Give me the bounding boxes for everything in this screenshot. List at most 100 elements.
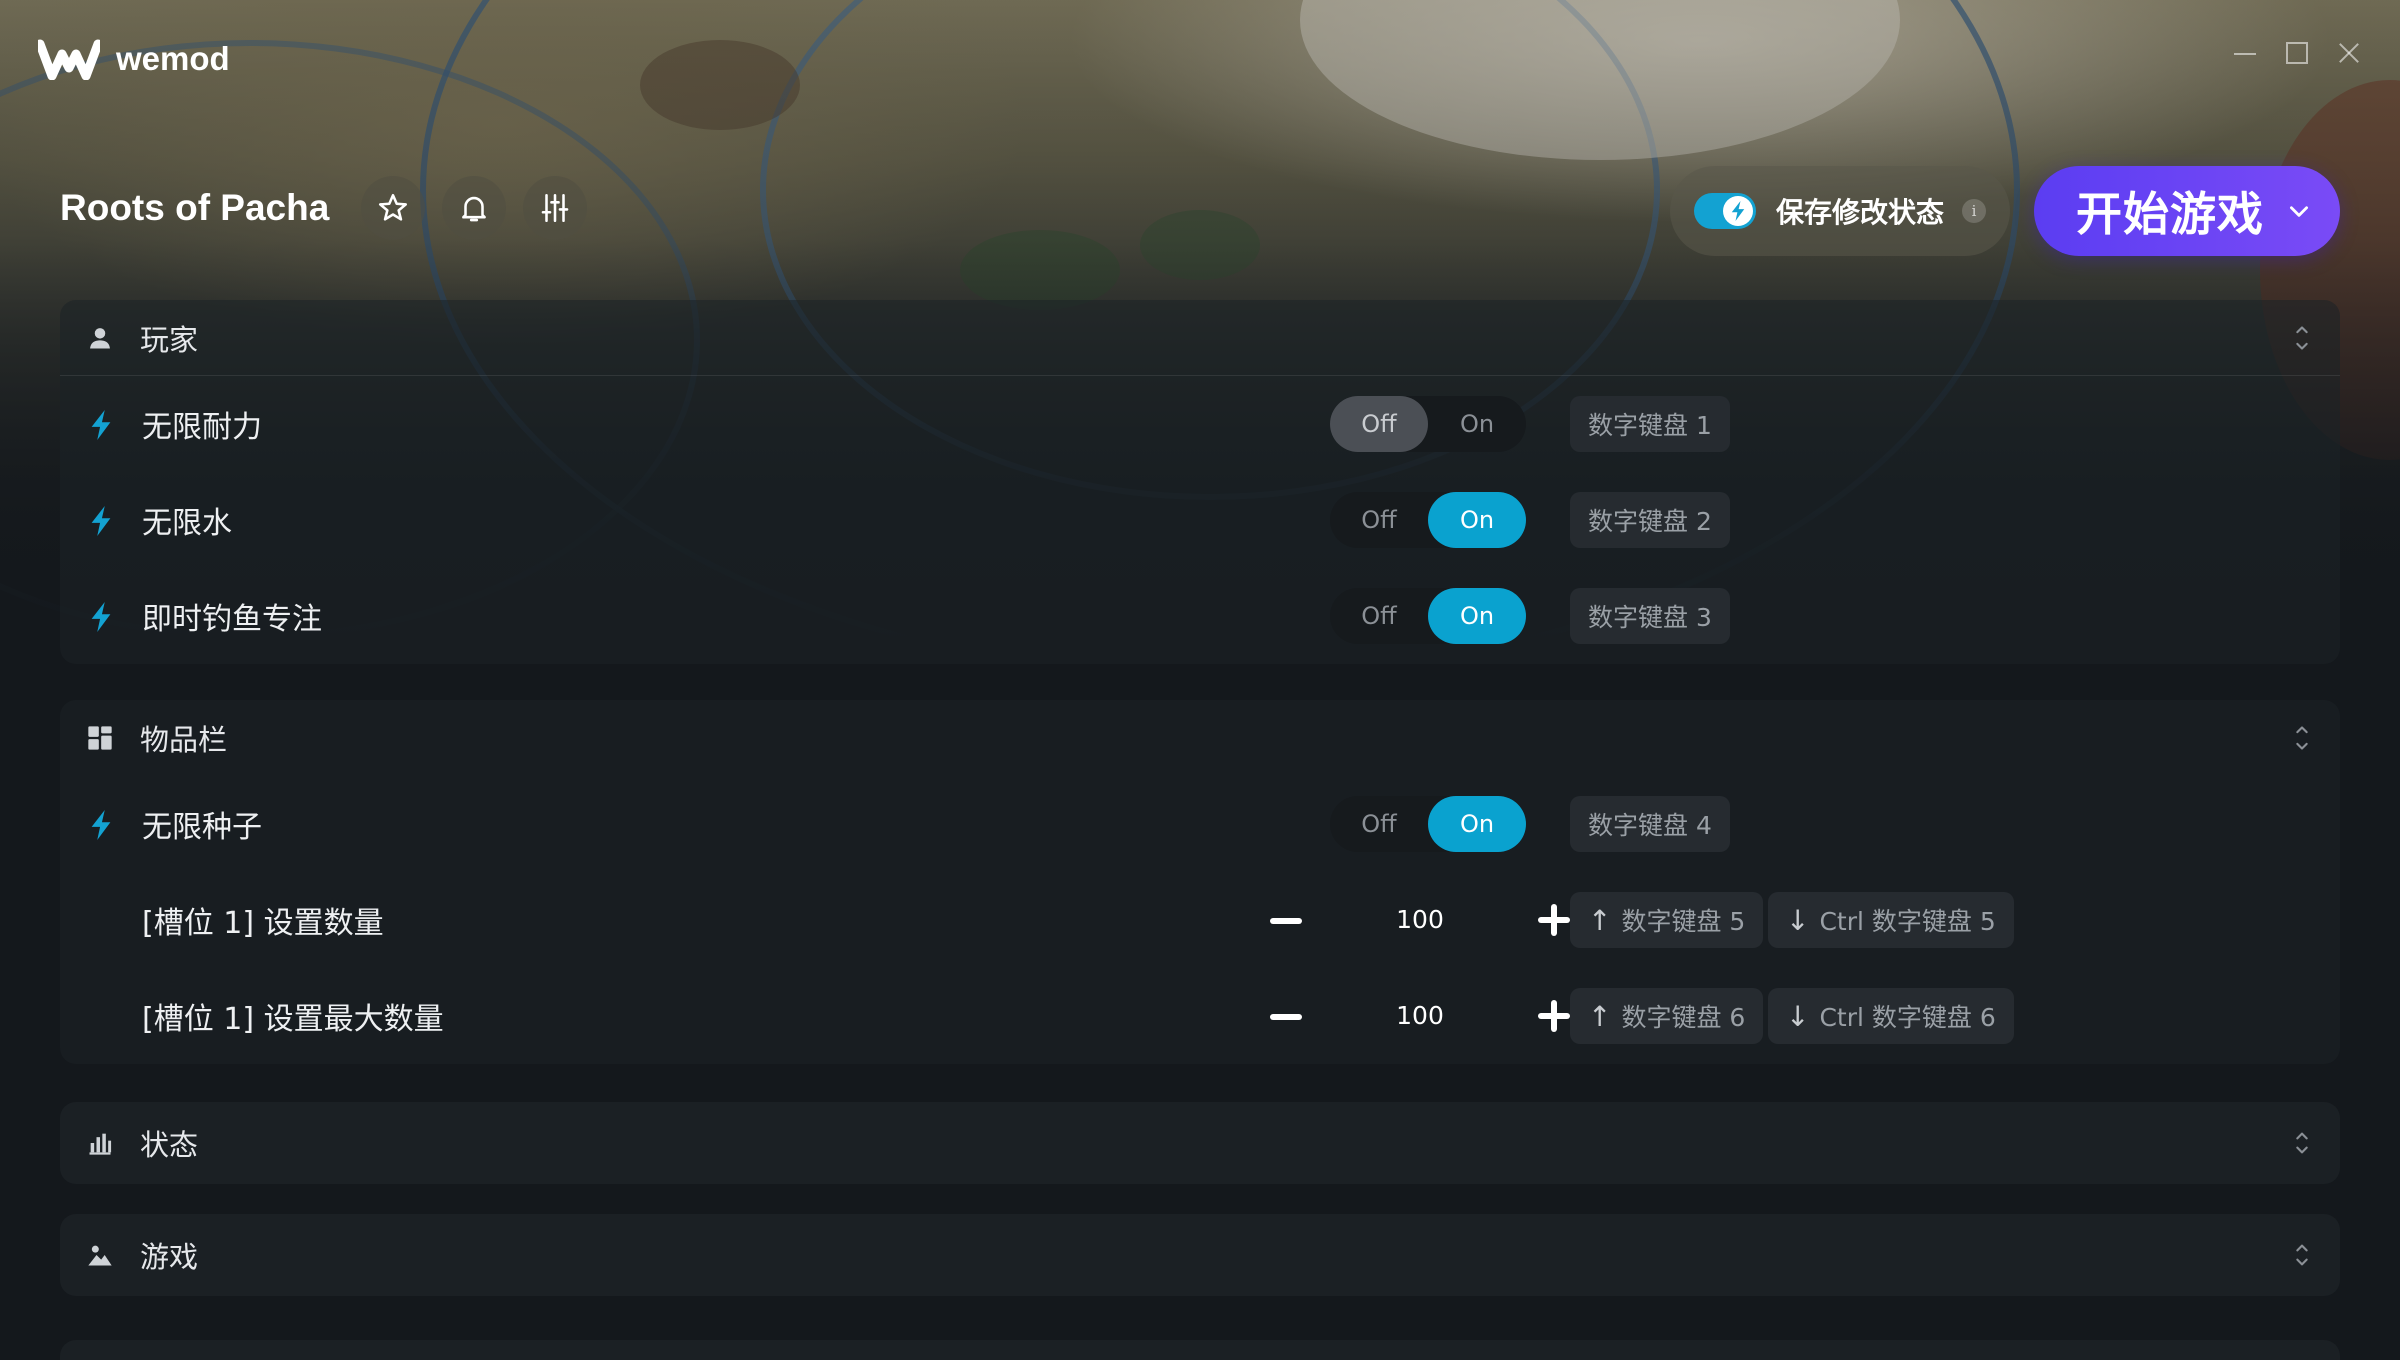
collapse-icon[interactable] — [2288, 724, 2316, 752]
grid-icon — [88, 726, 112, 750]
hotkey-label: 数字键盘 2 — [1588, 507, 1712, 536]
toggle-on[interactable]: On — [1428, 796, 1526, 852]
collapse-icon[interactable] — [2288, 324, 2316, 352]
person-icon — [90, 327, 110, 348]
section-header-player[interactable]: 玩家 — [60, 300, 2340, 376]
arrow-down-icon: ↓ — [1786, 999, 1810, 1033]
section-title: 物品栏 — [140, 723, 228, 757]
hotkey-decrease-badge[interactable]: ↓ Ctrl 数字键盘 5 — [1768, 892, 2014, 948]
increase-button[interactable] — [1538, 1000, 1570, 1032]
section-title: 玩家 — [140, 322, 199, 357]
toggle-off[interactable]: Off — [1330, 796, 1428, 852]
section-header-inventory[interactable]: 物品栏 — [60, 700, 2340, 776]
section-header-stats[interactable]: 状态 — [60, 1102, 2340, 1184]
bolt-icon — [1731, 201, 1745, 221]
mod-label: 无限水 — [142, 506, 232, 541]
hotkey-increase-badge[interactable]: ↑ 数字键盘 6 — [1570, 988, 1764, 1044]
sliders-icon — [542, 193, 569, 223]
section-player: 玩家 无限耐力 Off On 数字键盘 1 无限水 Off On 数字键盘 2 … — [60, 300, 2340, 664]
wemod-logo-icon — [38, 39, 100, 80]
bolt-icon — [91, 810, 111, 840]
hotkey-label: 数字键盘 3 — [1588, 603, 1712, 632]
decrease-button[interactable] — [1270, 1014, 1302, 1020]
hotkey-label: 数字键盘 1 — [1588, 411, 1712, 440]
minimize-icon[interactable] — [2234, 42, 2256, 64]
game-header: Roots of Pacha — [60, 176, 604, 240]
settings-button[interactable] — [523, 176, 588, 240]
app-logo: wemod — [38, 38, 230, 80]
decrease-button[interactable] — [1270, 918, 1302, 924]
toggle-on[interactable]: On — [1428, 396, 1526, 452]
arrow-up-icon: ↑ — [1588, 999, 1612, 1033]
mod-row-infinite-water: 无限水 Off On 数字键盘 2 — [60, 472, 2340, 568]
mod-label: 无限种子 — [142, 810, 262, 845]
save-mods-label: 保存修改状态 — [1776, 196, 1945, 229]
mod-toggle[interactable]: Off On — [1330, 588, 1526, 644]
bell-icon — [462, 196, 487, 222]
expand-icon[interactable] — [2288, 1129, 2316, 1157]
save-mods-switch[interactable] — [1694, 193, 1756, 229]
bolt-icon — [91, 410, 111, 440]
notifications-button[interactable] — [442, 176, 507, 240]
section-game[interactable]: 游戏 — [60, 1214, 2340, 1296]
toggle-off[interactable]: Off — [1330, 588, 1428, 644]
mod-toggle[interactable]: Off On — [1330, 796, 1526, 852]
hotkey-label: Ctrl 数字键盘 5 — [1819, 907, 1996, 936]
game-title: Roots of Pacha — [60, 187, 330, 228]
mod-toggle[interactable]: Off On — [1330, 396, 1526, 452]
arrow-up-icon: ↑ — [1588, 903, 1612, 937]
hotkey-label: 数字键盘 4 — [1588, 811, 1712, 840]
hotkey-badge[interactable]: 数字键盘 3 — [1570, 588, 1730, 644]
mod-label: [槽位 1] 设置数量 — [142, 906, 384, 941]
title-bar: wemod — [0, 0, 2400, 120]
section-inventory: 物品栏 无限种子 Off On 数字键盘 4 [槽位 1] 设置数量 100 ↑… — [60, 700, 2340, 1064]
hotkey-label: 数字键盘 6 — [1621, 1003, 1746, 1032]
arrow-down-icon: ↓ — [1786, 903, 1810, 937]
section-stats[interactable]: 状态 — [60, 1102, 2340, 1184]
hotkey-decrease-badge[interactable]: ↓ Ctrl 数字键盘 6 — [1768, 988, 2014, 1044]
mod-row-slot1-max-amount: [槽位 1] 设置最大数量 100 ↑ 数字键盘 6 ↓ Ctrl 数字键盘 6 — [60, 968, 2340, 1064]
mod-row-infinite-stamina: 无限耐力 Off On 数字键盘 1 — [60, 376, 2340, 472]
toggle-on[interactable]: On — [1428, 492, 1526, 548]
section-title: 游戏 — [140, 1240, 199, 1274]
chevron-down-icon[interactable] — [2286, 198, 2312, 224]
mod-row-infinite-seeds: 无限种子 Off On 数字键盘 4 — [60, 776, 2340, 872]
app-name: wemod — [116, 40, 230, 77]
mod-toggle[interactable]: Off On — [1330, 492, 1526, 548]
toggle-off[interactable]: Off — [1330, 492, 1428, 548]
mod-row-instant-fishing-focus: 即时钓鱼专注 Off On 数字键盘 3 — [60, 568, 2340, 664]
info-icon[interactable]: i — [1962, 199, 1987, 223]
stepper-value[interactable]: 100 — [1340, 988, 1500, 1044]
mod-label: [槽位 1] 设置最大数量 — [142, 1002, 444, 1037]
favorite-button[interactable] — [361, 176, 426, 240]
number-stepper: 100 — [1260, 988, 1580, 1044]
bolt-icon — [91, 506, 111, 536]
save-mods-toggle[interactable]: 保存修改状态 i — [1670, 166, 2010, 256]
bar-chart-icon — [89, 1133, 112, 1155]
mod-label: 无限耐力 — [142, 410, 262, 445]
section-title: 状态 — [140, 1128, 199, 1162]
mod-label: 即时钓鱼专注 — [142, 602, 322, 637]
window-controls — [2234, 42, 2360, 64]
toggle-off[interactable]: Off — [1330, 396, 1428, 452]
hotkey-badge[interactable]: 数字键盘 1 — [1570, 396, 1730, 452]
close-icon[interactable] — [2338, 42, 2360, 64]
hotkey-badge[interactable]: 数字键盘 2 — [1570, 492, 1730, 548]
hotkey-increase-badge[interactable]: ↑ 数字键盘 5 — [1570, 892, 1764, 948]
play-button[interactable]: 开始游戏 — [2034, 166, 2340, 256]
play-button-label: 开始游戏 — [2076, 187, 2264, 241]
hotkey-label: 数字键盘 5 — [1621, 907, 1746, 936]
hotkey-badge[interactable]: 数字键盘 4 — [1570, 796, 1730, 852]
next-section-peek — [60, 1340, 2340, 1360]
section-header-game[interactable]: 游戏 — [60, 1214, 2340, 1296]
bolt-icon — [91, 602, 111, 632]
landscape-icon — [88, 1245, 112, 1266]
toggle-on[interactable]: On — [1428, 588, 1526, 644]
maximize-icon[interactable] — [2286, 42, 2308, 64]
mod-row-slot1-amount: [槽位 1] 设置数量 100 ↑ 数字键盘 5 ↓ Ctrl 数字键盘 5 — [60, 872, 2340, 968]
hotkey-label: Ctrl 数字键盘 6 — [1819, 1003, 1996, 1032]
increase-button[interactable] — [1538, 904, 1570, 936]
expand-icon[interactable] — [2288, 1241, 2316, 1269]
stepper-value[interactable]: 100 — [1340, 892, 1500, 948]
star-icon — [379, 193, 408, 221]
